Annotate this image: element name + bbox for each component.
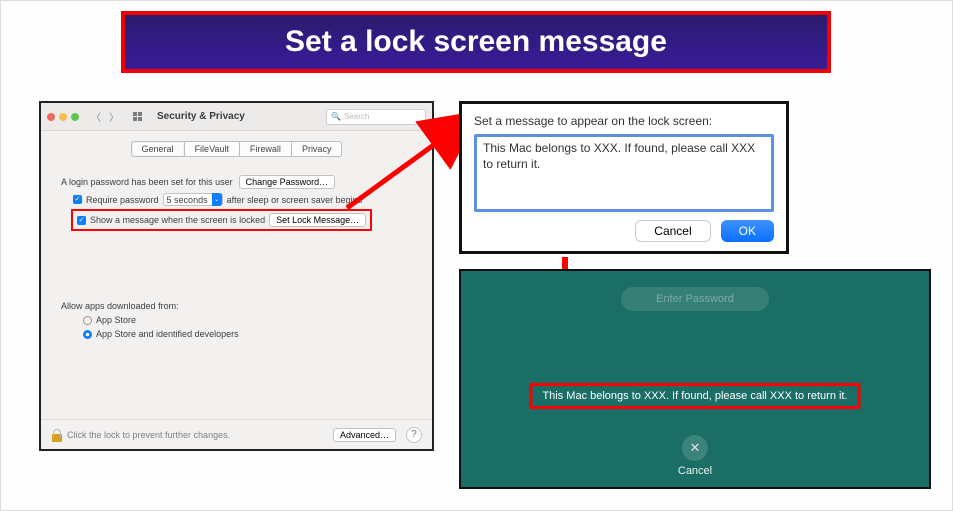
title-text: Set a lock screen message [285,25,667,59]
traffic-lights [47,113,79,121]
change-password-button[interactable]: Change Password… [239,175,336,189]
radio-identified-label: App Store and identified developers [96,329,239,339]
login-password-text: A login password has been set for this u… [61,177,233,187]
radio-appstore[interactable] [83,316,92,325]
allow-apps-heading: Allow apps downloaded from: [61,301,412,311]
window-footer: Click the lock to prevent further change… [41,419,432,449]
lock-screen: Enter Password This Mac belongs to XXX. … [459,269,931,489]
chevron-down-icon: ⌄ [212,193,222,206]
window-title: Security & Privacy [157,111,245,122]
title-banner: Set a lock screen message [121,11,831,73]
cancel-label: Cancel [678,465,712,477]
radio-identified[interactable] [83,330,92,339]
tab-general[interactable]: General [131,141,185,157]
lock-cancel-group: ✕ Cancel [678,435,712,477]
dialog-buttons: Cancel OK [474,220,774,242]
tab-firewall[interactable]: Firewall [240,141,292,157]
search-icon: 🔍 [331,112,341,121]
lock-message-display-highlight: This Mac belongs to XXX. If found, pleas… [529,383,860,409]
allow-apps-section: Allow apps downloaded from: App Store Ap… [61,301,412,339]
maximize-icon[interactable] [71,113,79,121]
require-password-label: Require password [86,195,159,205]
minimize-icon[interactable] [59,113,67,121]
forward-button[interactable]: 〉 [106,109,122,125]
show-message-label: Show a message when the screen is locked [90,215,265,225]
radio-appstore-row[interactable]: App Store [83,315,412,325]
tab-filevault[interactable]: FileVault [185,141,240,157]
cancel-button[interactable]: Cancel [635,220,710,242]
password-placeholder: Enter Password [656,293,734,305]
require-password-checkbox[interactable] [73,195,82,204]
advanced-button[interactable]: Advanced… [333,428,396,442]
require-delay-dropdown[interactable]: 5 seconds ⌄ [163,193,223,206]
password-input[interactable]: Enter Password [621,287,769,311]
grid-icon[interactable] [129,109,145,125]
arrow-a-to-b [341,106,471,216]
help-button[interactable]: ? [406,427,422,443]
lock-message-display: This Mac belongs to XXX. If found, pleas… [542,390,847,402]
show-message-row-highlight: Show a message when the screen is locked… [71,209,372,231]
lock-hint-text: Click the lock to prevent further change… [67,430,230,440]
ok-button[interactable]: OK [721,220,774,242]
lock-message-dialog: Set a message to appear on the lock scre… [459,101,789,254]
back-button[interactable]: 〈 [88,109,104,125]
radio-appstore-label: App Store [96,315,136,325]
show-message-checkbox[interactable] [77,216,86,225]
radio-identified-row[interactable]: App Store and identified developers [83,329,412,339]
cancel-icon[interactable]: ✕ [682,435,708,461]
lock-message-input[interactable]: This Mac belongs to XXX. If found, pleas… [474,134,774,212]
require-delay-value: 5 seconds [167,195,208,205]
tab-privacy[interactable]: Privacy [292,141,343,157]
lock-message-value: This Mac belongs to XXX. If found, pleas… [483,141,755,171]
lock-icon[interactable] [51,428,63,442]
dialog-prompt: Set a message to appear on the lock scre… [474,114,774,128]
close-icon[interactable] [47,113,55,121]
